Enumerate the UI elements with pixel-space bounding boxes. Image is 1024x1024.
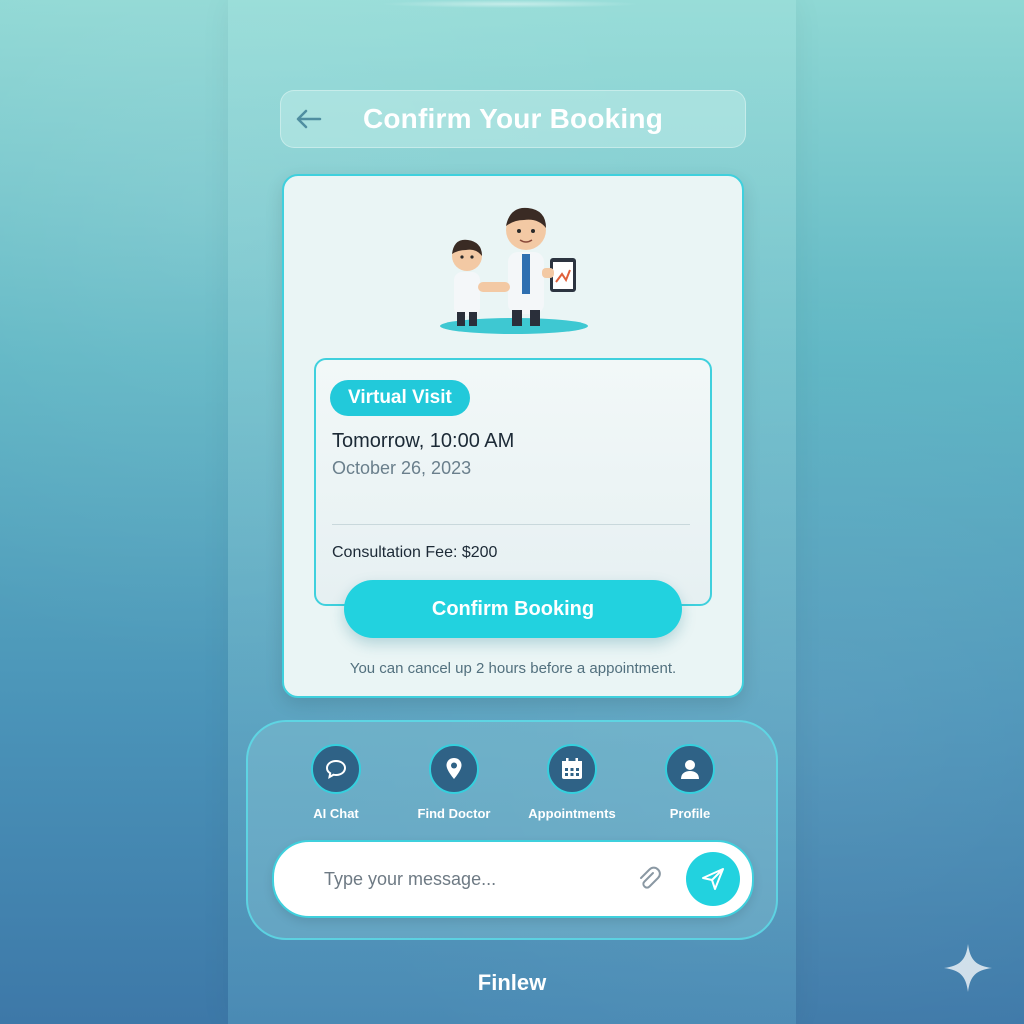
booking-card: Virtual Visit Tomorrow, 10:00 AM October… <box>282 174 744 698</box>
message-bar <box>272 840 754 918</box>
nav-label: Appointments <box>528 806 616 821</box>
nav-label: Find Doctor <box>417 806 491 821</box>
cancellation-note: You can cancel up 2 hours before a appoi… <box>349 660 677 677</box>
doctor-illustration <box>440 207 588 334</box>
paper-plane-icon <box>702 868 724 890</box>
back-button[interactable] <box>281 91 337 147</box>
sparkle-icon <box>944 944 992 992</box>
nav-item-ai-chat[interactable]: AI Chat <box>276 744 396 821</box>
nav-label: Profile <box>669 806 711 821</box>
appointment-details: Virtual Visit Tomorrow, 10:00 AM October… <box>314 358 712 606</box>
appointment-date: October 26, 2023 <box>332 458 472 478</box>
consultation-fee: Consultation Fee: $200 <box>332 544 498 561</box>
bottom-panel: AI Chat Find Doctor Appointments Profile… <box>246 720 778 940</box>
bottom-nav: AI Chat Find Doctor Appointments Profile <box>248 744 776 824</box>
chat-bubble-icon <box>311 744 361 794</box>
appointment-time: Tomorrow, 10:00 AM <box>332 430 515 452</box>
paperclip-icon[interactable] <box>634 864 664 894</box>
divider <box>332 524 690 525</box>
nav-label: AI Chat <box>313 806 359 821</box>
nav-item-profile[interactable]: Profile <box>630 744 750 821</box>
user-icon <box>665 744 715 794</box>
page-title: Confirm Your Booking <box>362 103 664 134</box>
location-pin-icon <box>429 744 479 794</box>
visit-type-badge: Virtual Visit <box>330 380 470 416</box>
send-button[interactable] <box>686 852 740 906</box>
nav-item-appointments[interactable]: Appointments <box>512 744 632 821</box>
brand-name: Finlew <box>477 970 547 995</box>
message-input[interactable] <box>322 864 626 894</box>
back-arrow-icon <box>296 109 322 129</box>
confirm-booking-button[interactable]: Confirm Booking <box>344 580 682 638</box>
nav-item-find-doctor[interactable]: Find Doctor <box>394 744 514 821</box>
calendar-icon <box>547 744 597 794</box>
header-bar: Confirm Your Booking <box>280 90 746 148</box>
